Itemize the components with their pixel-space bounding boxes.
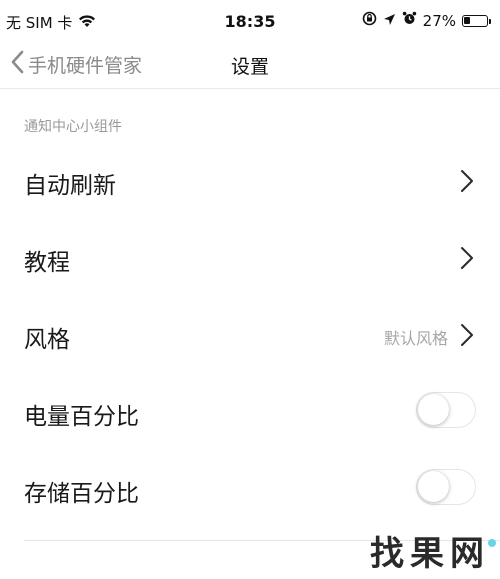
- orientation-lock-icon: [362, 11, 377, 30]
- toggle-knob: [418, 394, 449, 425]
- watermark-dot: [488, 539, 496, 547]
- style-value: 默认风格: [383, 329, 448, 348]
- chevron-right-icon: [460, 246, 474, 274]
- storage-percentage-label: 存储百分比: [24, 481, 139, 507]
- battery-percentage-label: 电量百分比: [24, 404, 139, 430]
- settings-screen: 无 SIM 卡 18:35 27% 手机硬件管家 设置 通知中心小组件 自动刷新…: [0, 0, 500, 579]
- page-title: 设置: [230, 56, 269, 78]
- tutorial-row[interactable]: 教程: [0, 219, 500, 295]
- battery-percent: 27%: [422, 11, 456, 30]
- section-header: 通知中心小组件: [24, 119, 122, 135]
- storage-percentage-toggle[interactable]: [416, 469, 476, 505]
- location-icon: [383, 12, 396, 30]
- status-bar: 无 SIM 卡 18:35 27%: [0, 0, 500, 44]
- battery-level-fill: [464, 16, 470, 24]
- style-label: 风格: [24, 327, 70, 353]
- watermark-logo: 找果网: [370, 534, 490, 574]
- battery-icon: [462, 14, 491, 27]
- style-row[interactable]: 风格 默认风格: [0, 296, 500, 372]
- battery-percentage-row: 电量百分比: [0, 373, 500, 449]
- storage-percentage-row: 存储百分比: [0, 450, 500, 526]
- tutorial-label: 教程: [24, 250, 70, 276]
- status-right: 27%: [362, 11, 491, 30]
- toggle-knob: [418, 471, 449, 502]
- auto-refresh-row[interactable]: 自动刷新: [0, 142, 500, 218]
- chevron-right-icon: [460, 169, 474, 197]
- alarm-icon: [402, 11, 417, 30]
- chevron-right-icon: [460, 323, 474, 351]
- navigation-bar: 手机硬件管家 设置: [0, 44, 500, 89]
- auto-refresh-label: 自动刷新: [24, 173, 116, 199]
- battery-percentage-toggle[interactable]: [416, 392, 476, 428]
